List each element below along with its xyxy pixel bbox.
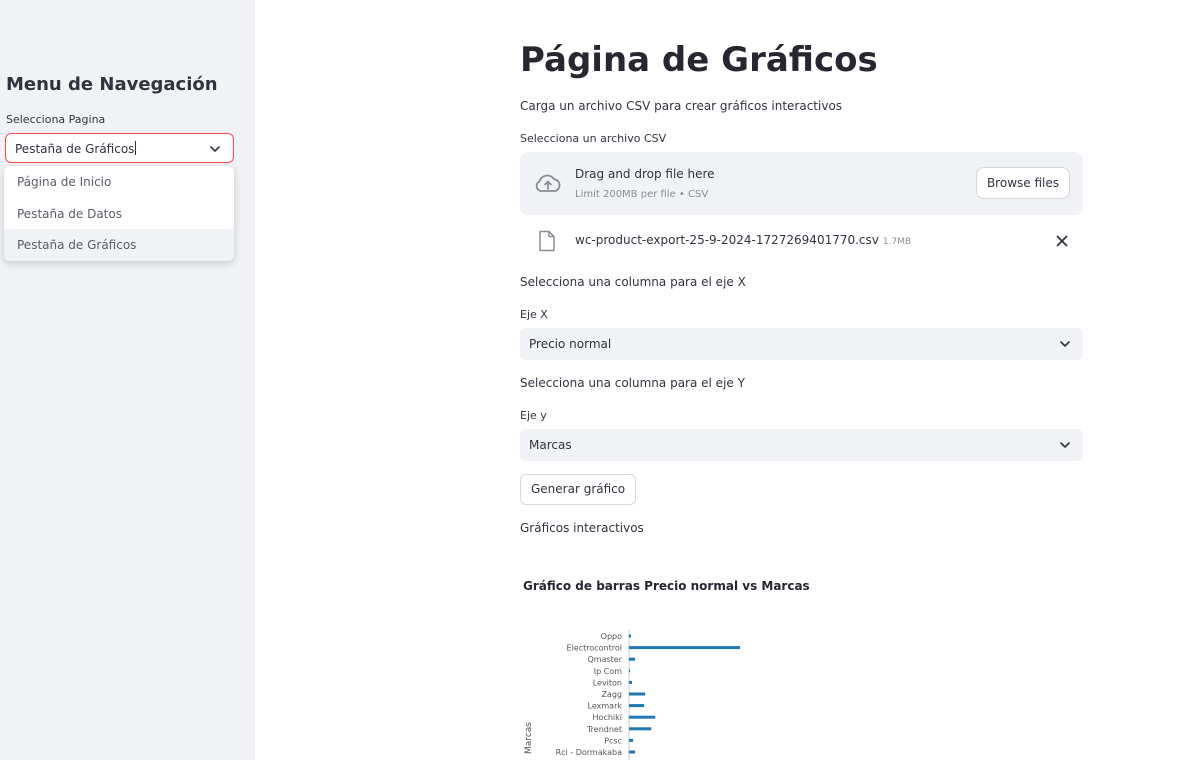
uploader-label: Selecciona un archivo CSV [520, 132, 667, 145]
cloud-upload-icon [535, 174, 561, 192]
limit-text: Limit 200MB per file • CSV [575, 189, 709, 200]
bar[interactable] [629, 738, 634, 742]
bar[interactable] [629, 727, 652, 731]
close-icon[interactable] [1055, 234, 1069, 248]
bar[interactable] [629, 680, 633, 684]
x-axis-select[interactable]: Precio normal [520, 328, 1083, 360]
y-axis-prompt: Selecciona una columna para el eje Y [520, 376, 745, 390]
y-tick-label: Rci - Dormakaba [556, 748, 623, 757]
x-axis-label: Eje X [520, 308, 548, 321]
y-tick-label: Oppo [601, 632, 622, 641]
chevron-down-icon[interactable] [1057, 336, 1073, 352]
sidebar: Menu de Navegación Selecciona Pagina Pes… [0, 0, 255, 760]
y-axis-label: Eje y [520, 409, 547, 422]
y-tick-label: Lexmark [588, 702, 623, 711]
bar[interactable] [629, 715, 656, 719]
bar[interactable] [629, 750, 636, 754]
y-tick-label: Qmaster [587, 655, 622, 664]
y-tick-label: Electrocontrol [567, 644, 622, 653]
x-axis-select-value: Precio normal [529, 337, 612, 351]
charts-heading: Gráficos interactivos [520, 521, 644, 535]
option-pagina-de-inicio[interactable]: Página de Inicio [4, 166, 234, 198]
file-icon [539, 230, 555, 252]
page-subtitle: Carga un archivo CSV para crear gráficos… [520, 99, 843, 113]
y-tick-label: Ip Com [594, 667, 622, 676]
sidebar-title: Menu de Navegación [6, 74, 218, 95]
y-tick-label: Pcsc [604, 736, 622, 745]
generate-chart-button[interactable]: Generar gráfico [520, 474, 637, 505]
text-cursor [135, 141, 137, 155]
y-tick-label: Leviton [593, 678, 622, 687]
chevron-down-icon[interactable] [1057, 437, 1073, 453]
bar[interactable] [629, 646, 740, 650]
chart-title: Gráfico de barras Precio normal vs Marca… [523, 579, 810, 593]
bar[interactable] [629, 692, 646, 696]
page-select-value[interactable]: Pestaña de Gráficos [15, 141, 137, 156]
page-select[interactable]: Pestaña de Gráficos [5, 133, 234, 163]
y-axis-select[interactable]: Marcas [520, 429, 1083, 461]
file-name: wc-product-export-25-9-2024-172726940177… [575, 233, 912, 247]
option-pestana-de-datos[interactable]: Pestaña de Datos [4, 198, 234, 230]
bar[interactable] [629, 657, 636, 661]
file-size: 1.7MB [882, 237, 912, 247]
y-axis-select-value: Marcas [529, 438, 572, 452]
y-tick-label: Hochiki [593, 713, 622, 722]
bar[interactable] [629, 634, 632, 638]
bar[interactable] [629, 704, 645, 708]
browse-files-button[interactable]: Browse files [975, 167, 1070, 199]
drop-text: Drag and drop file here [575, 167, 715, 181]
uploaded-file-row: wc-product-export-25-9-2024-172726940177… [520, 226, 1083, 256]
x-axis-prompt: Selecciona una columna para el eje X [520, 275, 746, 289]
page-title: Página de Gráficos [520, 40, 878, 80]
y-tick-label: Trendnet [586, 725, 622, 734]
page-select-label: Selecciona Pagina [6, 113, 106, 126]
bar-chart[interactable]: Marcas Oppo Electrocontrol Qmaster Ip Com Lev… [520, 620, 820, 760]
bar[interactable] [629, 669, 631, 673]
page-select-dropdown: Página de Inicio Pestaña de Datos Pestañ… [4, 166, 234, 261]
y-axis-title: Marcas [524, 722, 534, 754]
option-pestana-de-graficos[interactable]: Pestaña de Gráficos [4, 229, 234, 261]
chevron-down-icon[interactable] [207, 141, 223, 157]
file-uploader-dropzone[interactable]: Drag and drop file here Limit 200MB per … [520, 152, 1083, 215]
y-tick-label: Zagg [601, 690, 622, 699]
